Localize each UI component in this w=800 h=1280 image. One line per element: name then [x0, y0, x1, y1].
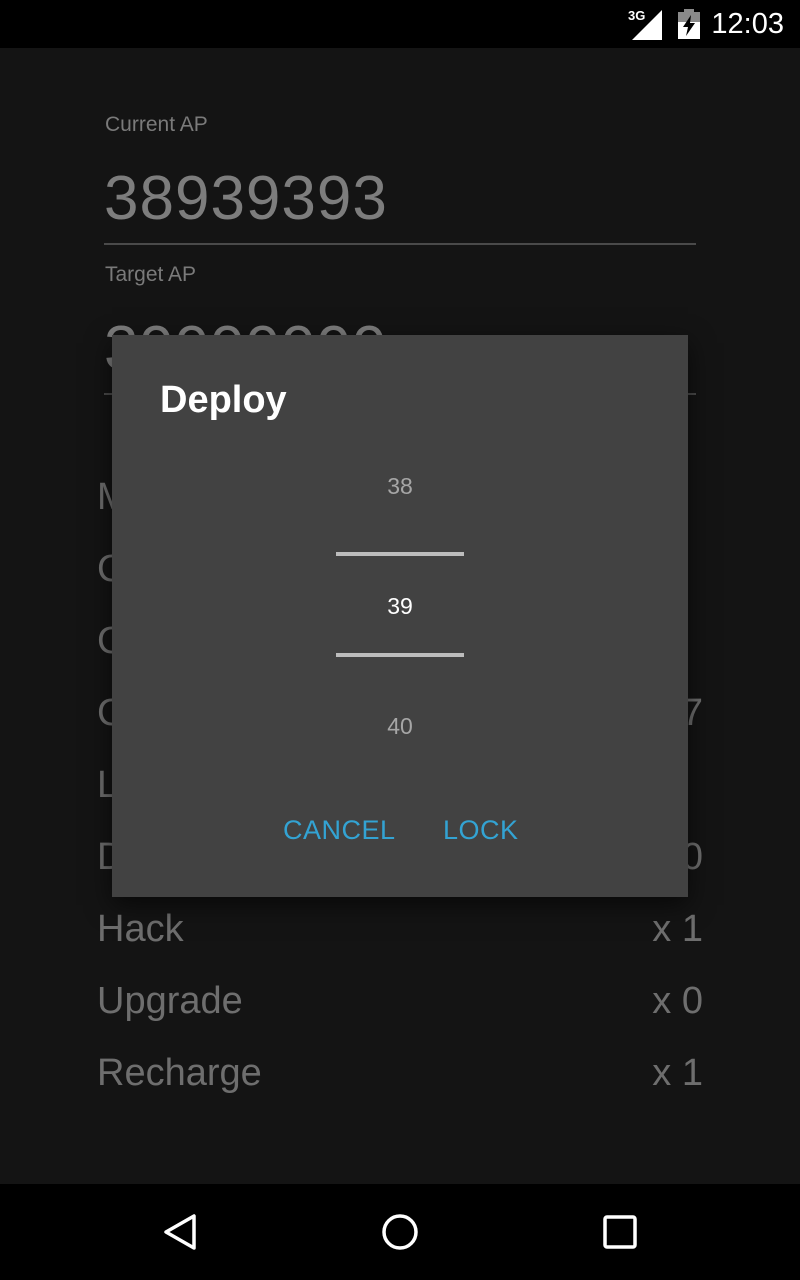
- picker-divider-top: [336, 552, 464, 556]
- cancel-button[interactable]: CANCEL: [283, 815, 396, 846]
- picker-current-value[interactable]: 39: [336, 593, 464, 620]
- status-bar: 3G 12:03: [0, 0, 800, 48]
- number-picker[interactable]: 38 39 40: [336, 435, 464, 775]
- picker-next-value[interactable]: 40: [336, 713, 464, 740]
- home-icon[interactable]: [380, 1212, 420, 1252]
- signal-icon: [632, 10, 662, 40]
- battery-charging-icon: [678, 9, 700, 39]
- picker-divider-bottom: [336, 653, 464, 657]
- deploy-dialog: Deploy 38 39 40 CANCEL LOCK: [112, 335, 688, 897]
- clock: 12:03: [711, 8, 784, 40]
- lock-button[interactable]: LOCK: [443, 815, 519, 846]
- recents-icon[interactable]: [602, 1214, 638, 1250]
- dialog-title: Deploy: [160, 379, 287, 421]
- navigation-bar: [0, 1184, 800, 1280]
- back-icon[interactable]: [160, 1212, 200, 1252]
- picker-previous-value[interactable]: 38: [336, 473, 464, 500]
